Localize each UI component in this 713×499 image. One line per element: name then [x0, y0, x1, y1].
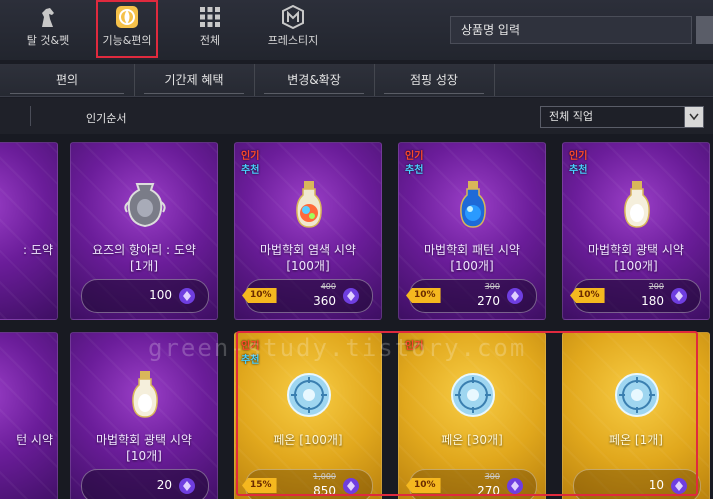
item-name: 마법학회 광택 시약: [588, 243, 684, 257]
search-button[interactable]: [696, 16, 713, 44]
item-card[interactable]: 인기 추천 마법학회 패턴 시약 [100개] 10% 300 270: [398, 142, 546, 320]
item-card[interactable]: : 도약: [0, 142, 58, 320]
price-value: 100: [149, 288, 172, 302]
item-quantity: [100개]: [450, 259, 494, 273]
chevron-down-icon: [684, 107, 703, 127]
tab-timed-benefit[interactable]: 기간제 혜택: [134, 64, 255, 96]
search-input[interactable]: 상품명 입력: [450, 16, 692, 44]
highlight-box: [236, 331, 698, 496]
hot-badge: 인기: [569, 151, 588, 162]
item-card[interactable]: 턴 시약: [0, 332, 58, 499]
sort-popularity[interactable]: 인기순서: [86, 110, 126, 126]
nav-label: 탈 것&펫: [26, 34, 70, 47]
nav-prestige[interactable]: 프레스티지: [258, 0, 328, 58]
m-emblem-icon: [280, 4, 306, 30]
discount-badge: 10%: [242, 288, 277, 303]
price-button[interactable]: 20: [81, 469, 209, 499]
item-card[interactable]: 인기 추천 마법학회 광택 시약 [100개] 10% 200 180: [562, 142, 710, 320]
item-name: 마법학회 염색 시약: [260, 243, 356, 257]
item-name: 마법학회 패턴 시약: [424, 243, 520, 257]
potion-icon: [607, 175, 667, 235]
nav-label: 프레스티지: [267, 34, 319, 47]
sub-tabs: 편의 기간제 혜택 변경&확장 점핑 성장: [0, 64, 713, 97]
item-quantity: [100개]: [614, 259, 658, 273]
job-select-value: 전체 직업: [549, 110, 593, 123]
top-navigation: 탈 것&펫 기능&편의 전체 프레스티지 상품명 입력: [0, 0, 713, 60]
price-value: 180: [641, 294, 664, 308]
item-name: : 도약: [23, 243, 53, 257]
potion-icon: [279, 175, 339, 235]
price-button[interactable]: 10% 200 180: [570, 279, 701, 313]
price-value: 20: [156, 478, 172, 492]
swirl-icon: [114, 4, 140, 30]
tab-jumping-growth[interactable]: 점핑 성장: [374, 64, 495, 96]
item-card[interactable]: 요즈의 항아리 : 도약 [1개] 100: [70, 142, 218, 320]
nav-function-convenience[interactable]: 기능&편의: [96, 0, 158, 58]
original-price: 300: [484, 282, 500, 291]
recommend-badge: 추천: [405, 165, 424, 176]
hot-badge: 인기: [405, 151, 424, 162]
original-price: 200: [648, 282, 664, 291]
nav-label: 전체: [199, 34, 221, 47]
gem-icon: [507, 288, 523, 304]
item-card[interactable]: 인기 추천 마법학회 염색 시약 [100개] 10% 400 360: [234, 142, 382, 320]
tab-change-expand[interactable]: 변경&확장: [254, 64, 375, 96]
job-select[interactable]: 전체 직업: [540, 106, 704, 128]
item-quantity: [1개]: [129, 259, 159, 273]
item-quantity: [100개]: [286, 259, 330, 273]
gem-icon: [179, 288, 195, 304]
horse-icon: [35, 4, 61, 30]
potion-icon: [443, 175, 503, 235]
recommend-badge: 추천: [241, 165, 260, 176]
hot-badge: 인기: [241, 151, 260, 162]
tab-convenience[interactable]: 편의: [0, 64, 135, 96]
item-name: 마법학회 광택 시약: [96, 433, 192, 447]
grid-icon: [197, 4, 223, 30]
discount-badge: 10%: [570, 288, 605, 303]
price-value: 360: [313, 294, 336, 308]
gem-icon: [179, 478, 195, 494]
price-button[interactable]: 10% 300 270: [406, 279, 537, 313]
item-name: 요즈의 항아리 : 도약: [92, 243, 196, 257]
item-quantity: [10개]: [126, 449, 162, 463]
recommend-badge: 추천: [569, 165, 588, 176]
price-button[interactable]: 10% 400 360: [242, 279, 373, 313]
nav-label: 기능&편의: [102, 34, 152, 47]
price-button[interactable]: 100: [81, 279, 209, 313]
discount-badge: 10%: [406, 288, 441, 303]
gem-icon: [671, 288, 687, 304]
nav-mount-pet[interactable]: 탈 것&펫: [18, 0, 78, 58]
nav-all[interactable]: 전체: [185, 0, 235, 58]
item-name: 턴 시약: [16, 433, 53, 447]
potion-icon: [115, 365, 175, 425]
urn-icon: [115, 175, 175, 235]
gem-icon: [343, 288, 359, 304]
original-price: 400: [320, 282, 336, 291]
divider: [30, 106, 31, 126]
price-value: 270: [477, 294, 500, 308]
